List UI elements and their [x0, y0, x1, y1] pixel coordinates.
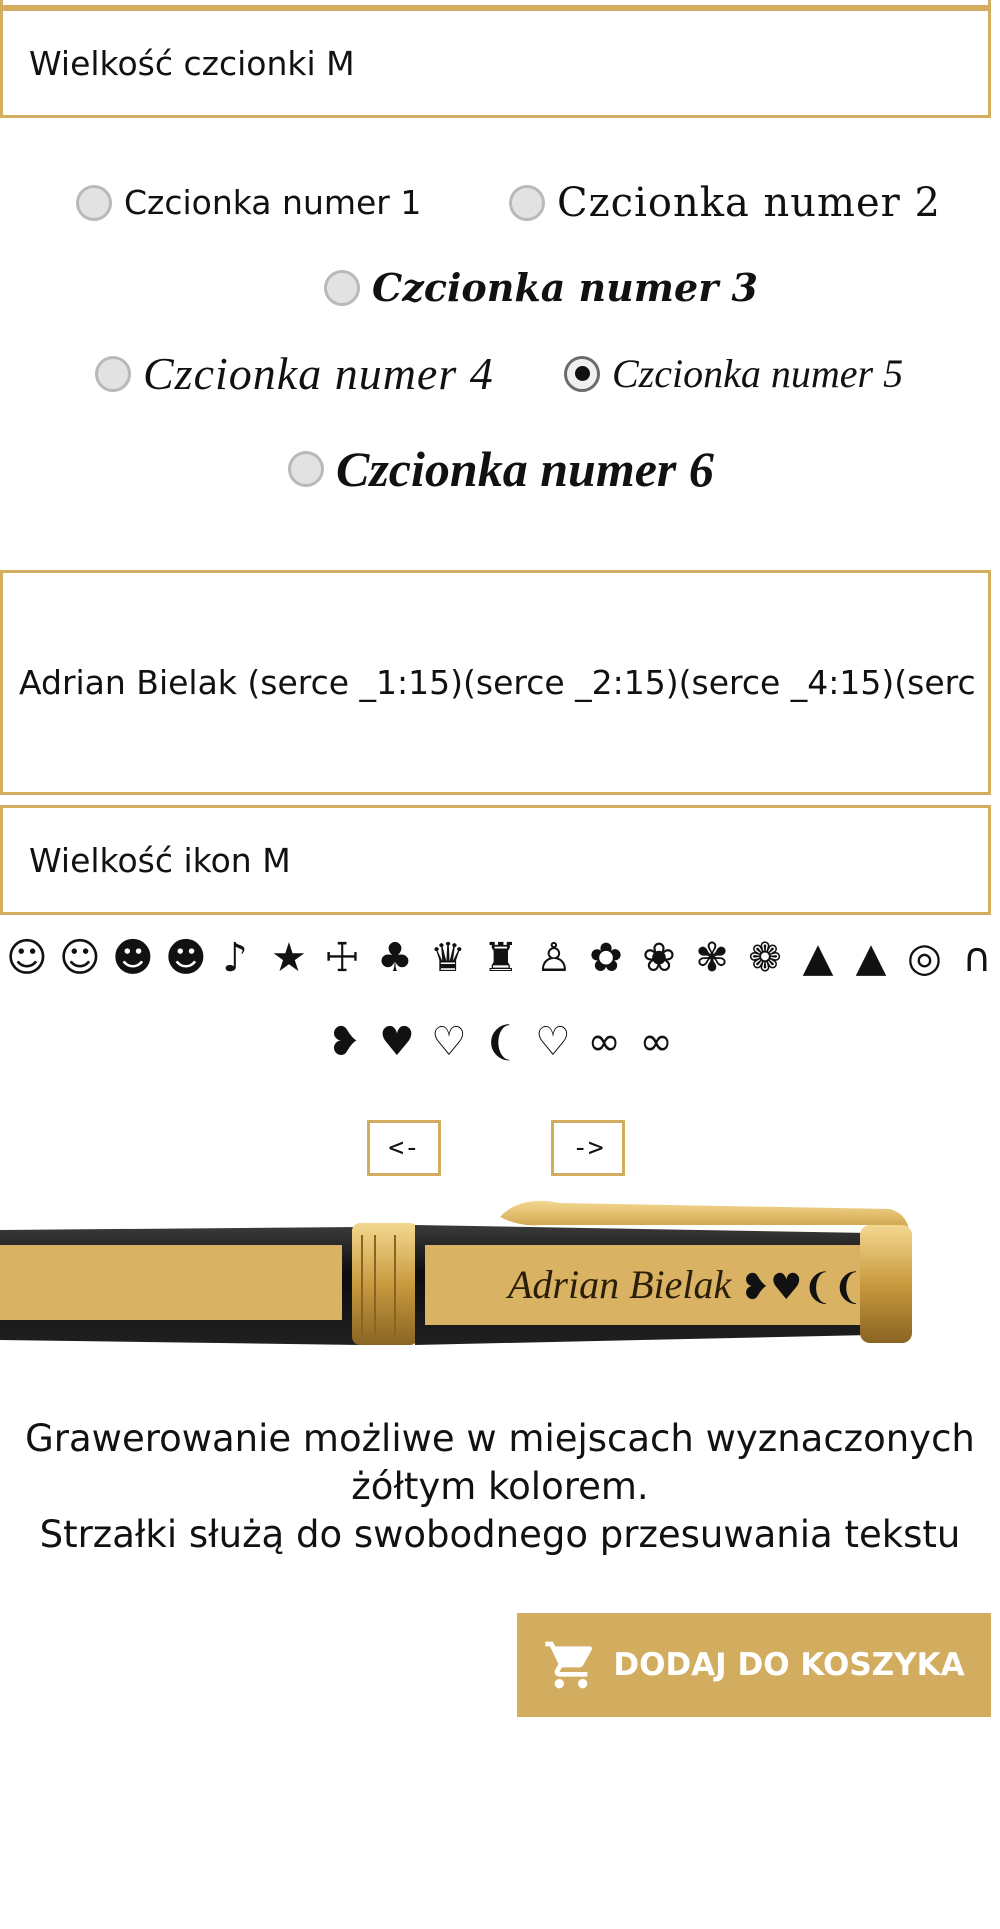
note-line-2: żółtym kolorem.: [351, 1465, 649, 1508]
preview-engraving-hearts: ❥♥❨❨: [740, 1267, 863, 1308]
crown-icon[interactable]: ♛: [430, 938, 466, 978]
font-option-label: Czcionka numer 4: [143, 348, 494, 399]
paw-icon[interactable]: ✾: [695, 938, 729, 978]
graduation-cap-2-icon[interactable]: ▲: [854, 938, 888, 978]
font-size-select[interactable]: Wielkość czcionki M: [0, 8, 991, 118]
pen-cap-end: [860, 1225, 912, 1343]
heart-swirl-icon[interactable]: ❥: [327, 1022, 361, 1062]
tie-icon[interactable]: ♙: [536, 938, 572, 978]
font-option-3[interactable]: Czcionka numer 3: [324, 265, 758, 310]
clover-icon[interactable]: ♣: [377, 938, 413, 978]
grin-icon[interactable]: ☻: [112, 938, 154, 978]
engraving-area-barrel: [0, 1245, 342, 1320]
heart-dotted-icon[interactable]: ♡: [535, 1022, 571, 1062]
font-option-label: Czcionka numer 1: [124, 183, 422, 222]
rosette-icon[interactable]: ❁: [748, 938, 782, 978]
wedding-rings-icon[interactable]: ◎: [907, 938, 942, 978]
engraving-text-value: Adrian Bielak (serce _1:15)(serce _2:15)…: [19, 663, 976, 702]
previous-field-edge: [0, 0, 991, 8]
font-option-label: Czcionka numer 6: [336, 441, 714, 497]
icon-picker-row-1: ☺ ☺ ☻ ☻ ♪ ★ ☩ ♣ ♛ ♜ ♙ ✿ ❀ ✾ ❁ ▲ ▲ ◎ ∩: [0, 938, 1000, 978]
preview-engraving-text: Adrian Bielak: [505, 1262, 733, 1307]
font-option-2[interactable]: Czcionka numer 2: [509, 180, 941, 226]
star-icon[interactable]: ★: [271, 938, 307, 978]
music-notes-icon[interactable]: ♪: [218, 938, 252, 978]
move-left-button[interactable]: <-: [367, 1120, 441, 1176]
smiley-outline-icon[interactable]: ☺: [59, 938, 101, 978]
radio-button[interactable]: [288, 451, 324, 487]
ihs-cross-icon[interactable]: ☩: [324, 938, 360, 978]
icon-picker-row-2: ❥ ♥ ♡ ❨ ♡ ∞ ∞: [0, 1022, 1000, 1062]
grin-wide-icon[interactable]: ☻: [165, 938, 207, 978]
note-line-1: Grawerowanie możliwe w miejscach wyznacz…: [25, 1417, 975, 1460]
infinity-outline-icon[interactable]: ∞: [639, 1022, 673, 1062]
shopping-cart-icon: [545, 1641, 593, 1689]
smiley-face-icon[interactable]: ☺: [6, 938, 48, 978]
horseshoe-icon[interactable]: ∩: [960, 938, 994, 978]
font-option-6[interactable]: Czcionka numer 6: [288, 440, 714, 498]
icon-size-select[interactable]: Wielkość ikon M: [0, 805, 991, 915]
heart-half-icon[interactable]: ❨: [483, 1022, 517, 1062]
font-option-1[interactable]: Czcionka numer 1: [76, 183, 421, 222]
rose-icon[interactable]: ✿: [589, 938, 623, 978]
radio-button[interactable]: [509, 185, 545, 221]
radio-button[interactable]: [95, 355, 131, 392]
rose-bud-icon[interactable]: ❀: [642, 938, 676, 978]
note-line-3: Strzałki służą do swobodnego przesuwania…: [39, 1513, 961, 1556]
heart-filled-icon[interactable]: ♥: [379, 1022, 415, 1062]
radio-button[interactable]: [324, 269, 360, 306]
radio-button[interactable]: [76, 184, 112, 221]
engraving-note: Grawerowanie możliwe w miejscach wyznacz…: [0, 1415, 1000, 1559]
font-option-label: Czcionka numer 3: [372, 265, 758, 310]
heart-outline-icon[interactable]: ♡: [431, 1022, 467, 1062]
cat-icon[interactable]: ♜: [483, 938, 519, 978]
icon-size-select-value: Wielkość ikon M: [29, 840, 291, 880]
font-option-4[interactable]: Czcionka numer 4: [95, 347, 494, 400]
font-size-select-value: Wielkość czcionki M: [29, 43, 355, 83]
engraving-text-input[interactable]: Adrian Bielak (serce _1:15)(serce _2:15)…: [0, 570, 991, 795]
font-option-5[interactable]: Czcionka numer 5: [564, 350, 903, 397]
graduation-cap-icon[interactable]: ▲: [801, 938, 835, 978]
pen-preview: Adrian Bielak ❥♥❨❨: [0, 1200, 912, 1345]
font-option-label: Czcionka numer 2: [557, 180, 941, 226]
add-to-cart-label: DODAJ DO KOSZYKA: [613, 1647, 965, 1683]
infinity-icon[interactable]: ∞: [587, 1022, 621, 1062]
radio-button-selected[interactable]: [564, 355, 600, 392]
font-option-label: Czcionka numer 5: [612, 351, 904, 396]
add-to-cart-button[interactable]: DODAJ DO KOSZYKA: [517, 1613, 991, 1717]
move-right-button[interactable]: ->: [551, 1120, 625, 1176]
